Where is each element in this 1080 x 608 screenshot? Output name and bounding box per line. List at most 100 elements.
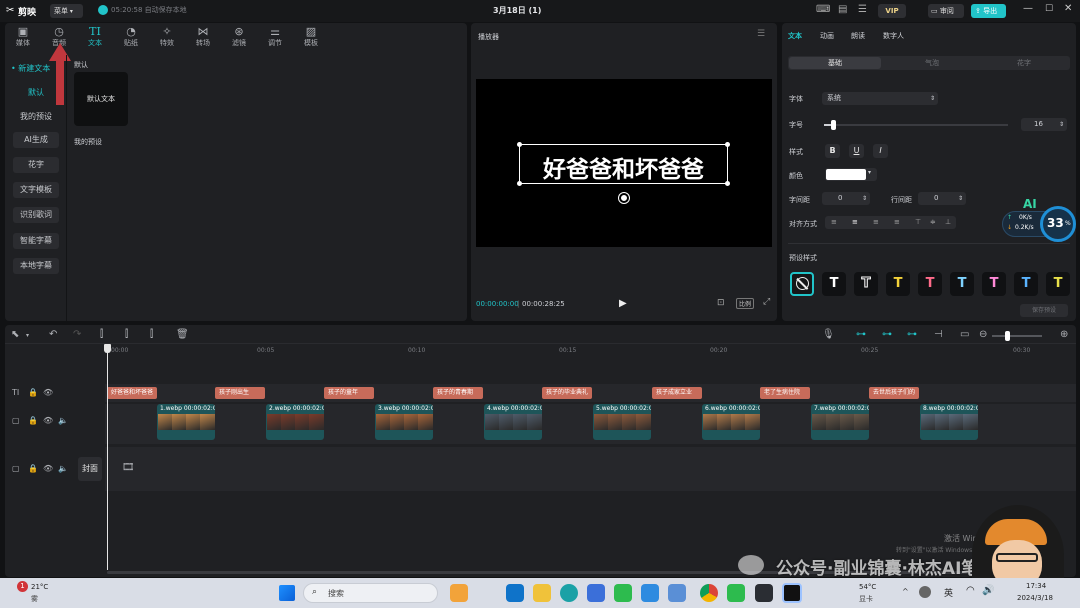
keyboard-icon[interactable]: ⌨ [816, 4, 830, 15]
layout-icon[interactable]: ▤ [838, 4, 847, 15]
preset-style-item[interactable]: T [1014, 272, 1038, 296]
text-clip[interactable]: 老了生病住院 [760, 387, 810, 399]
save-preset-button[interactable]: 保存预设 [1020, 304, 1068, 317]
char-spacing-input[interactable]: 0 ⇕ [822, 192, 870, 205]
sidebar-item-default[interactable]: 默认 [13, 85, 59, 101]
sidebar-item-ai-generate[interactable]: AI生成 [13, 132, 59, 148]
player-menu-icon[interactable]: ☰ [757, 29, 765, 39]
align-vtop-icon[interactable]: ⊤ [915, 216, 921, 229]
select-tool-icon[interactable]: ⬉ [11, 329, 19, 341]
text-clip[interactable]: 去世后孩子们的 [869, 387, 919, 399]
preset-style-item[interactable]: T [982, 272, 1006, 296]
auto-snap-icon[interactable]: ⊶ [882, 329, 892, 341]
volume-icon[interactable]: 🔊 [982, 585, 994, 596]
tab-digital-human[interactable]: 数字人 [883, 31, 904, 41]
align-left-icon[interactable]: ≡ [831, 216, 837, 229]
nav-text[interactable]: TI 文本 [77, 25, 113, 49]
preview-axis-icon[interactable]: ⊣ [934, 329, 943, 341]
align-vcenter-icon[interactable]: ≑ [930, 216, 936, 229]
text-clip[interactable]: 好爸爸和坏爸爸 [107, 387, 157, 399]
align-vbottom-icon[interactable]: ⊥ [945, 216, 951, 229]
wifi-icon[interactable]: ◠ [966, 585, 975, 596]
color-picker[interactable]: ▾ [825, 168, 877, 181]
video-clip[interactable]: 7.webp 00:00:02:0 [811, 404, 869, 440]
video-preview[interactable]: 好爸爸和坏爸爸 [476, 79, 772, 247]
speaker-icon[interactable]: 🔈 [58, 463, 68, 475]
tab-animation[interactable]: 动画 [820, 31, 834, 41]
linkage-icon[interactable]: ⊶ [907, 329, 917, 341]
cover-button[interactable]: 封面 [78, 457, 102, 481]
ratio-button[interactable]: 比例 [736, 298, 755, 309]
eye-icon[interactable]: 👁 [43, 415, 53, 427]
fullscreen-icon[interactable]: ⤢ [763, 297, 770, 307]
nav-adjust[interactable]: ⚌ 调节 [257, 25, 293, 49]
zoom-slider-thumb[interactable] [1005, 331, 1010, 341]
playhead-handle[interactable] [104, 344, 111, 353]
text-overlay-box[interactable]: 好爸爸和坏爸爸 [517, 142, 730, 186]
size-slider[interactable] [824, 120, 1008, 130]
video-clip[interactable]: 8.webp 00:00:02:0 [920, 404, 978, 440]
rotate-handle-icon[interactable] [619, 193, 629, 203]
speaker-icon[interactable]: 🔈 [58, 415, 68, 427]
size-input[interactable]: 16 ⇕ [1021, 118, 1067, 131]
nav-template[interactable]: ▨ 模板 [293, 25, 329, 49]
default-text-card[interactable]: 默认文本 [74, 72, 128, 126]
redo-icon[interactable]: ↷ [73, 329, 81, 341]
nav-transition[interactable]: ⋈ 转场 [185, 25, 221, 49]
zoom-in-icon[interactable]: ⊕ [1060, 329, 1068, 341]
settings-icon[interactable]: ☰ [858, 4, 867, 15]
italic-button[interactable]: I [873, 144, 888, 158]
sidebar-item-local-captions[interactable]: 本地字幕 [13, 258, 59, 274]
text-clip[interactable]: 孩子成家立业 [652, 387, 702, 399]
app-capcut-icon[interactable] [782, 583, 802, 603]
zoom-out-icon[interactable]: ⊖ [979, 329, 987, 341]
subtab-bubble[interactable]: 气泡 [886, 57, 978, 69]
sidebar-item-lyrics[interactable]: 识别歌词 [13, 207, 59, 223]
clock-time[interactable]: 17:34 [1026, 582, 1046, 590]
preset-style-item[interactable]: T [854, 272, 878, 296]
nav-sticker[interactable]: ◔ 贴纸 [113, 25, 149, 49]
play-icon[interactable]: ▶ [619, 298, 627, 309]
app-mail-icon[interactable] [641, 584, 659, 602]
preset-style-item[interactable]: T [822, 272, 846, 296]
video-clip[interactable]: 5.webp 00:00:02:0 [593, 404, 651, 440]
tray-app-icon[interactable] [919, 586, 931, 598]
sidebar-item-my-presets[interactable]: 我的预设 [13, 109, 59, 125]
minimize-button[interactable]: — [1023, 3, 1033, 14]
text-clip[interactable]: 孩子的毕业典礼 [542, 387, 592, 399]
font-select[interactable]: 系统 ⇕ [822, 92, 938, 105]
split-right-icon[interactable]: ⫿ [150, 329, 153, 341]
preset-style-item[interactable]: T [918, 272, 942, 296]
nav-media[interactable]: ▣ 媒体 [5, 25, 41, 49]
preset-style-item[interactable]: T [886, 272, 910, 296]
preset-style-item[interactable]: T [950, 272, 974, 296]
app-wechat-icon[interactable] [614, 584, 632, 602]
ime-indicator[interactable]: 英 [944, 586, 953, 599]
tab-text[interactable]: 文本 [788, 31, 802, 41]
sidebar-item-fancy-text[interactable]: 花字 [13, 157, 59, 173]
review-button[interactable]: ▭ 审阅 [928, 4, 964, 18]
app-chrome-icon[interactable] [700, 584, 718, 602]
align-justify-icon[interactable]: ≡ [894, 216, 900, 229]
app-vscode-icon[interactable] [506, 584, 524, 602]
sidebar-item-auto-captions[interactable]: 智能字幕 [13, 233, 59, 249]
tray-chevron-icon[interactable]: ^ [902, 587, 909, 596]
preset-none[interactable] [790, 272, 814, 296]
video-clip[interactable]: 4.webp 00:00:02:0 [484, 404, 542, 440]
vip-button[interactable]: VIP [878, 4, 906, 18]
playhead[interactable] [107, 346, 108, 570]
lock-icon[interactable]: 🔒 [28, 387, 38, 399]
maximize-button[interactable]: ☐ [1045, 4, 1053, 14]
eye-icon[interactable]: 👁 [43, 387, 53, 399]
sidebar-item-text-template[interactable]: 文字模板 [13, 182, 59, 198]
align-center-icon[interactable]: ≡ [852, 216, 858, 229]
taskbar-search[interactable]: ⌕ 搜索 [303, 583, 438, 603]
underline-button[interactable]: U [849, 144, 864, 158]
caption-icon[interactable]: ▭ [960, 329, 969, 341]
bold-button[interactable]: B [825, 144, 840, 158]
text-clip[interactable]: 孩子刚出生 [215, 387, 265, 399]
menu-button[interactable]: 菜单 ▾ [50, 4, 83, 18]
fit-screen-icon[interactable]: ⊡ [717, 298, 725, 308]
app-terminal-icon[interactable] [755, 584, 773, 602]
mic-icon[interactable]: 🎙 [822, 329, 835, 341]
